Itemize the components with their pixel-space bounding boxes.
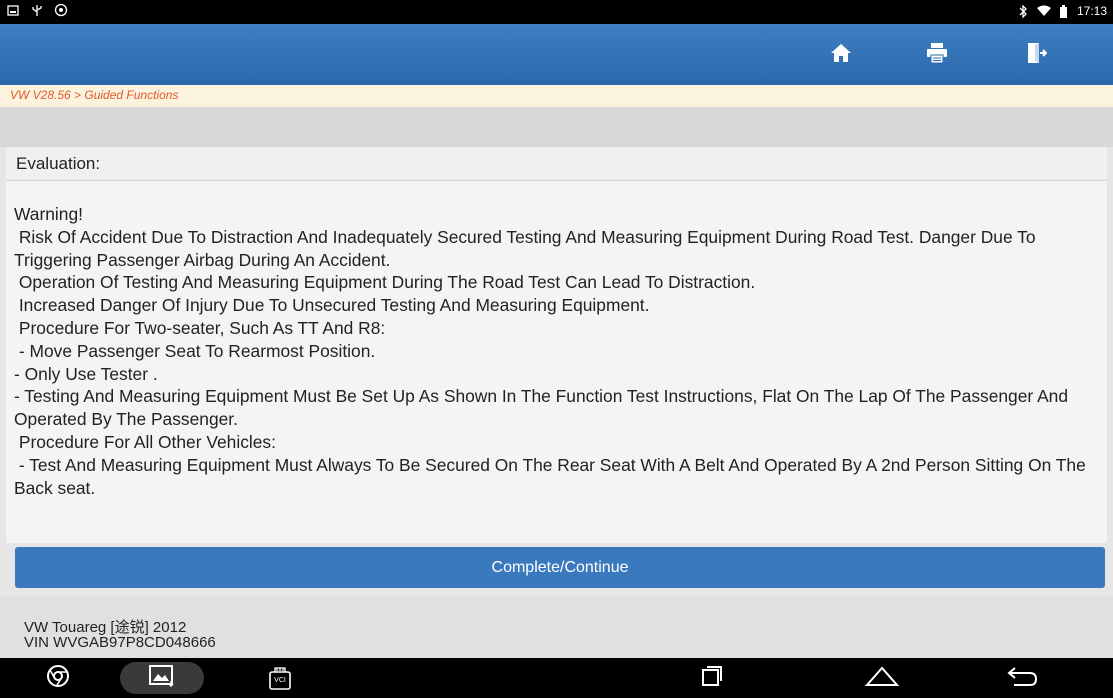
chrome-icon — [46, 664, 70, 693]
battery-icon — [1057, 4, 1071, 18]
exit-icon — [1027, 42, 1048, 69]
screenshot-icon — [6, 3, 20, 17]
wifi-icon — [1036, 4, 1051, 18]
home-button[interactable] — [816, 34, 866, 76]
breadcrumb: VW V28.56 > Guided Functions — [0, 85, 1113, 108]
home-nav-button[interactable] — [858, 662, 906, 694]
vci-icon: VCI — [269, 666, 291, 690]
recents-icon — [701, 665, 723, 692]
exit-button[interactable] — [1012, 34, 1062, 76]
vehicle-info-footer: VW Touareg [途锐] 2012 VIN WVGAB97P8CD0486… — [0, 596, 1113, 658]
app-header — [0, 24, 1113, 85]
warning-text: Warning! Risk Of Accident Due To Distrac… — [14, 204, 1086, 498]
status-time: 17:13 — [1076, 4, 1107, 18]
print-icon — [926, 42, 948, 69]
gallery-icon — [149, 664, 175, 692]
gallery-button[interactable] — [120, 662, 204, 694]
back-button[interactable] — [1000, 662, 1044, 694]
system-nav-bar: VCI — [0, 658, 1113, 698]
warning-content-panel[interactable]: Warning! Risk Of Accident Due To Distrac… — [6, 181, 1107, 543]
vci-button[interactable]: VCI — [260, 662, 300, 694]
print-button[interactable] — [912, 34, 962, 76]
status-bar: 17:13 — [0, 0, 1113, 24]
chrome-button[interactable] — [36, 662, 80, 694]
usb-icon — [30, 3, 44, 17]
spacer-band — [0, 107, 1113, 147]
evaluation-header: Evaluation: — [6, 147, 1107, 181]
breadcrumb-text: VW V28.56 > Guided Functions — [10, 88, 179, 102]
home-outline-icon — [864, 665, 900, 692]
evaluation-label: Evaluation: — [16, 154, 101, 173]
home-icon — [830, 43, 852, 68]
complete-continue-button[interactable]: Complete/Continue — [15, 547, 1105, 588]
vci-label: VCI — [274, 677, 286, 684]
settings-circle-icon — [54, 3, 68, 17]
bluetooth-icon — [1017, 4, 1031, 18]
back-icon — [1006, 665, 1038, 692]
recents-button[interactable] — [690, 662, 734, 694]
vehicle-vin: VIN WVGAB97P8CD048666 — [24, 634, 216, 651]
